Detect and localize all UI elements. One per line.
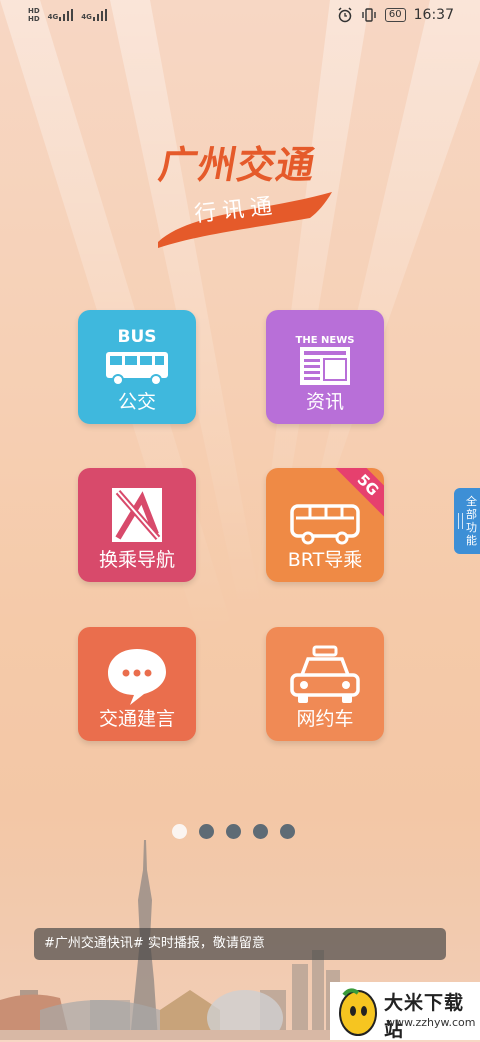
watermark-text: 大米下载站	[384, 992, 465, 1041]
tile-brt[interactable]: 5G BRT导乘	[266, 468, 384, 582]
tile-bus[interactable]: BUS 公交	[78, 310, 196, 424]
clock: 16:37	[413, 7, 454, 23]
tile-suggestions[interactable]: 交通建言	[78, 627, 196, 741]
tile-news[interactable]: THE NEWS 资讯	[266, 310, 384, 424]
vibrate-icon	[362, 8, 376, 22]
taxi-icon	[266, 627, 384, 707]
hd-indicator: HD HD	[28, 7, 40, 23]
tile-suggestions-label: 交通建言	[98, 708, 175, 730]
status-bar: HD HD 4G 4G 60 16:37	[0, 0, 480, 34]
news-ticker[interactable]: #广州交通快讯# 实时播报，敬请留意	[34, 928, 446, 960]
watermark-logo	[339, 988, 377, 1036]
chat-bubble-icon	[78, 627, 196, 707]
tile-transfer-navigation-label: 换乘导航	[98, 549, 175, 571]
tile-news-label: 资讯	[305, 391, 344, 413]
logo-title: 广州交通	[155, 143, 320, 187]
signal-icon-2: 4G	[81, 9, 107, 21]
app-logo: 广州交通 行讯通	[150, 130, 340, 250]
alarm-icon	[338, 7, 352, 23]
map-navigation-icon	[78, 468, 196, 548]
all-functions-tab[interactable]: 全部功能	[454, 488, 480, 554]
background-rays	[0, 0, 480, 640]
watermark-url: www.zzhyw.com	[386, 1016, 476, 1029]
signal-icon: 4G	[48, 9, 74, 21]
svg-text:THE NEWS: THE NEWS	[296, 335, 355, 346]
grip-icon	[458, 513, 463, 529]
tile-ride-hailing[interactable]: 网约车	[266, 627, 384, 741]
page-dot-1[interactable]	[172, 824, 187, 839]
page-dot-4[interactable]	[253, 824, 268, 839]
tile-brt-label: BRT导乘	[287, 549, 363, 571]
tile-ride-hailing-label: 网约车	[296, 708, 354, 730]
tile-transfer-navigation[interactable]: 换乘导航	[78, 468, 196, 582]
page-dot-5[interactable]	[280, 824, 295, 839]
tile-bus-label: 公交	[117, 391, 156, 413]
svg-text:BUS: BUS	[117, 327, 156, 347]
bus-icon: BUS	[78, 310, 196, 390]
page-dot-2[interactable]	[199, 824, 214, 839]
all-functions-label: 全部功能	[466, 495, 477, 547]
page-indicator	[172, 824, 295, 839]
newspaper-icon: THE NEWS	[266, 310, 384, 390]
battery-indicator: 60	[384, 8, 406, 22]
page-dot-3[interactable]	[226, 824, 241, 839]
watermark: 大米下载站 www.zzhyw.com	[330, 982, 480, 1041]
